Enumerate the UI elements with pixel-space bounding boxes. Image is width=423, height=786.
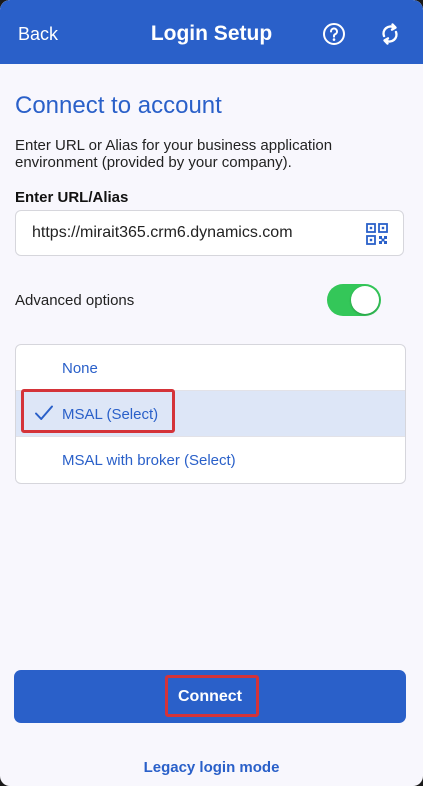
sync-icon[interactable] [378,22,402,46]
instructions-text: Enter URL or Alias for your business app… [15,137,333,171]
advanced-options-label: Advanced options [15,292,135,309]
option-none[interactable]: None [16,345,405,391]
option-msal-broker[interactable]: MSAL with broker (Select) [16,437,405,483]
url-field-label: Enter URL/Alias [15,189,129,206]
navigation-header: Back Login Setup [0,0,423,64]
help-circle-icon[interactable] [322,22,346,46]
login-setup-screen: Back Login Setup Connect to account Ente… [0,0,423,786]
highlight-box-connect [165,675,259,717]
section-heading: Connect to account [15,92,222,119]
qr-code-icon[interactable] [366,223,388,245]
page-title: Login Setup [150,22,273,45]
option-label: None [62,360,98,377]
option-label: MSAL with broker (Select) [62,452,236,469]
toggle-knob [351,286,379,314]
highlight-box-msal [21,389,175,433]
advanced-options-toggle[interactable] [327,284,381,316]
url-field [15,210,404,256]
legacy-login-link[interactable]: Legacy login mode [0,759,423,776]
url-input[interactable] [32,211,352,255]
